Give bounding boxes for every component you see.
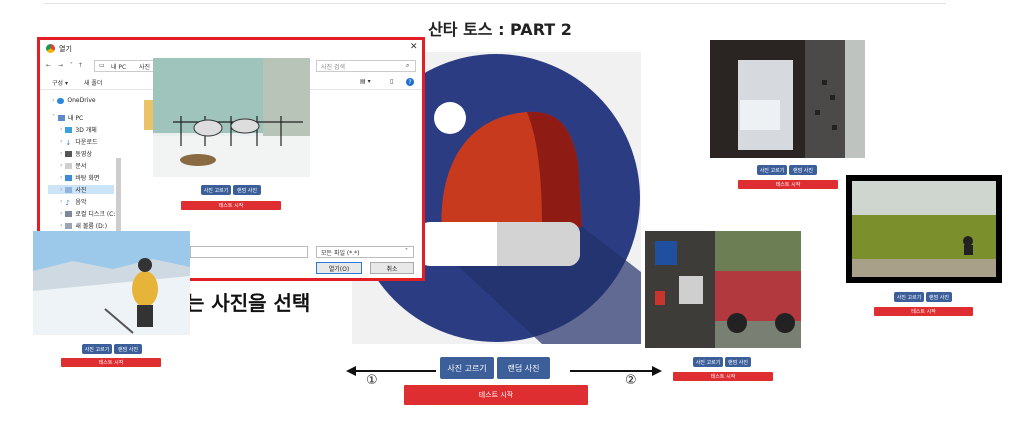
up-icon[interactable]: ↑ xyxy=(78,62,83,69)
tree-item-new-volume[interactable]: › 새 볼륨 (D:) xyxy=(60,221,107,230)
tree-item-local-disk[interactable]: › 로컬 디스크 (C:) xyxy=(60,209,118,218)
card-zebra-start-button[interactable]: 테스트 시작 xyxy=(181,201,281,210)
cancel-button[interactable]: 취소 xyxy=(370,262,414,274)
card-parking-pick-button[interactable]: 사진 고르기 xyxy=(693,357,723,367)
tree-item-onedrive[interactable]: › OneDrive xyxy=(52,97,96,104)
file-type-value: 모든 파일 (*.*) xyxy=(321,250,360,257)
card-bathroom-pick-button[interactable]: 사진 고르기 xyxy=(757,165,787,175)
pc-icon: ▭ xyxy=(99,62,105,69)
parking-meter-photo xyxy=(645,231,801,348)
new-folder-button[interactable]: 새 폴더 xyxy=(84,78,102,87)
tree-item-this-pc[interactable]: ˅ 내 PC xyxy=(52,113,83,122)
skier-photo xyxy=(33,231,190,335)
drive-icon xyxy=(65,222,73,229)
file-type-select[interactable]: 모든 파일 (*.*) ˅ xyxy=(316,246,414,258)
close-icon[interactable]: ✕ xyxy=(410,42,418,52)
file-name-input[interactable] xyxy=(190,246,308,258)
card-field-start-button[interactable]: 테스트 시작 xyxy=(874,307,973,316)
partial-heading: 는 사진을 선택 xyxy=(186,291,311,315)
card-skier-start-button[interactable]: 테스트 시작 xyxy=(61,358,161,367)
download-icon: ↓ xyxy=(65,138,72,147)
tree-item-pictures[interactable]: › 사진 xyxy=(48,185,114,194)
field-photo xyxy=(846,175,1002,283)
step-marker-2: ② xyxy=(625,373,637,388)
card-parking-start-button[interactable]: 테스트 시작 xyxy=(673,372,773,381)
drive-icon xyxy=(65,210,73,217)
search-placeholder: 사진 검색 xyxy=(321,64,345,71)
tree-scrollbar[interactable] xyxy=(116,158,121,238)
forward-icon[interactable]: → xyxy=(58,62,63,69)
card-skier-pick-button[interactable]: 사진 고르기 xyxy=(82,344,112,354)
picture-icon xyxy=(65,186,73,193)
help-icon[interactable]: ? xyxy=(406,78,414,86)
tree-item-videos[interactable]: › 동영상 xyxy=(60,149,92,158)
top-divider xyxy=(44,3,946,4)
music-icon: ♪ xyxy=(65,198,70,207)
random-photo-button[interactable]: 랜덤 사진 xyxy=(497,357,550,379)
cloud-icon xyxy=(57,97,65,104)
document-icon xyxy=(65,162,73,169)
desktop-icon xyxy=(65,174,73,181)
chevron-down-icon[interactable]: ˅ xyxy=(70,62,73,69)
film-icon xyxy=(65,150,73,157)
card-bathroom-random-button[interactable]: 랜덤 사진 xyxy=(789,165,817,175)
card-zebra-random-button[interactable]: 랜덤 사진 xyxy=(233,185,261,195)
pane-icon[interactable]: ▯ xyxy=(390,78,393,85)
chrome-icon xyxy=(46,44,55,53)
open-button[interactable]: 열기(O) xyxy=(316,262,362,274)
right-arrow xyxy=(570,362,662,376)
dialog-title: 열기 xyxy=(59,45,72,53)
chevron-down-icon: ˅ xyxy=(405,248,408,255)
pc-icon xyxy=(58,114,65,121)
zebra-photo xyxy=(153,58,310,177)
step-marker-1: ① xyxy=(366,373,378,388)
card-zebra-pick-button[interactable]: 사진 고르기 xyxy=(201,185,231,195)
left-arrow xyxy=(346,362,436,376)
view-icon[interactable]: ▤ ▾ xyxy=(360,78,371,85)
path-crumb-photos[interactable]: 사진 xyxy=(139,62,150,71)
path-crumb-pc[interactable]: 내 PC xyxy=(111,62,126,71)
tree-item-music[interactable]: › ♪ 음악 xyxy=(60,197,86,207)
search-icon: ⌕ xyxy=(406,62,410,69)
dialog-titlebar: 열기 ✕ xyxy=(40,40,422,57)
tree-item-3d[interactable]: › 3D 개체 xyxy=(60,125,97,134)
tree-item-downloads[interactable]: › ↓ 다운로드 xyxy=(60,137,98,147)
card-parking-random-button[interactable]: 랜덤 사진 xyxy=(725,357,751,367)
pick-photo-button[interactable]: 사진 고르기 xyxy=(440,357,494,379)
tree-item-documents[interactable]: › 문서 xyxy=(60,161,86,170)
start-test-button[interactable]: 테스트 시작 xyxy=(404,385,588,405)
back-icon[interactable]: ← xyxy=(46,62,51,69)
card-bathroom-start-button[interactable]: 테스트 시작 xyxy=(738,180,838,189)
search-input[interactable]: 사진 검색 ⌕ xyxy=(316,60,416,72)
card-field-pick-button[interactable]: 사진 고르기 xyxy=(894,292,924,302)
page-title: 산타 토스 : PART 2 xyxy=(428,20,572,39)
card-field-random-button[interactable]: 랜덤 사진 xyxy=(926,292,952,302)
card-skier-random-button[interactable]: 랜덤 사진 xyxy=(114,344,142,354)
bathroom-photo xyxy=(710,40,865,158)
tree-item-desktop[interactable]: › 바탕 화면 xyxy=(60,173,99,182)
cube-icon xyxy=(65,126,73,133)
organize-menu[interactable]: 구성 ▾ xyxy=(52,78,68,87)
